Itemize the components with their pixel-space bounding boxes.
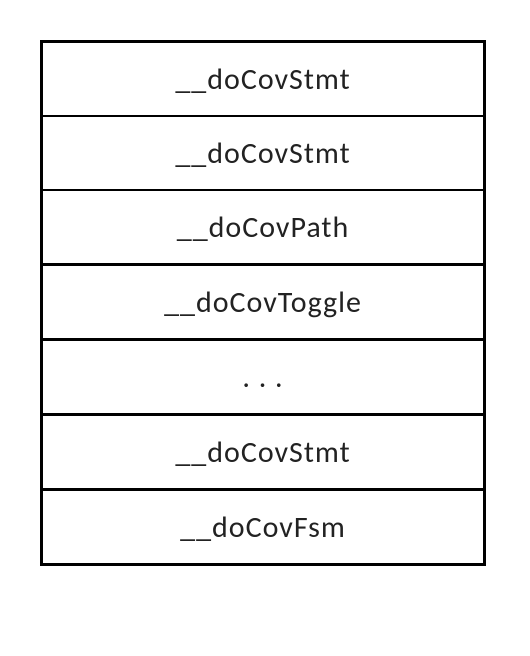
stack-row: __doCovStmt xyxy=(43,117,483,191)
stack-row: __doCovFsm xyxy=(43,491,483,563)
stack-row-label: __doCovToggle xyxy=(164,284,362,321)
stack-row: __doCovStmt xyxy=(43,43,483,117)
stack-row-label: __doCovFsm xyxy=(180,509,346,546)
stack-row: __doCovStmt xyxy=(43,416,483,491)
stack-row: __doCovPath xyxy=(43,191,483,266)
stack-row-label: __doCovStmt xyxy=(175,135,350,172)
stack-row-label: __doCovStmt xyxy=(175,434,350,471)
stack-row-label: __doCovStmt xyxy=(175,61,350,98)
stack-row-label: . . . xyxy=(242,359,283,396)
call-stack: __doCovStmt __doCovStmt __doCovPath __do… xyxy=(40,40,486,566)
stack-row: __doCovToggle xyxy=(43,266,483,341)
stack-row-label: __doCovPath xyxy=(177,209,349,246)
stack-row-ellipsis: . . . xyxy=(43,341,483,416)
